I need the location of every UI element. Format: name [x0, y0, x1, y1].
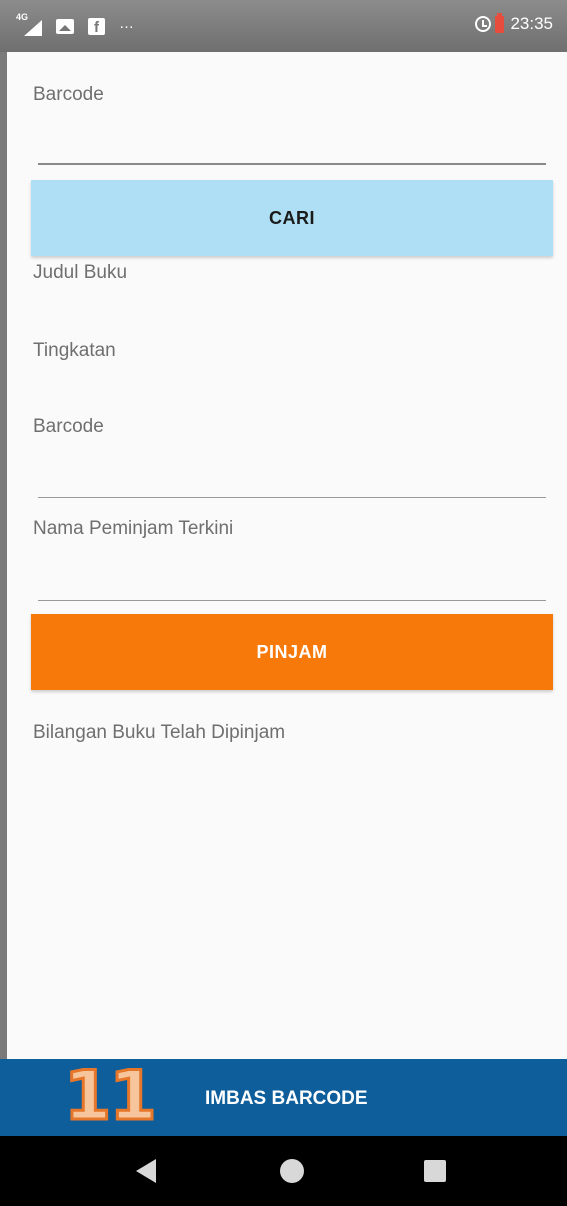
home-icon[interactable] [280, 1159, 304, 1183]
borrowed-count-label: Bilangan Buku Telah Dipinjam [33, 722, 286, 743]
more-icon: … [119, 14, 135, 32]
image-icon [56, 18, 74, 34]
back-icon[interactable] [136, 1159, 156, 1183]
scan-count-badge: 11 [63, 1057, 159, 1136]
status-time: 23:35 [510, 14, 553, 33]
status-right-icons: 23:35 [475, 12, 553, 34]
battery-icon [495, 12, 505, 33]
barcode-input-label: Barcode [33, 84, 104, 105]
navigation-bar [0, 1136, 567, 1206]
facebook-icon: f [88, 17, 105, 36]
scan-barcode-bar[interactable]: 11 IMBAS BARCODE [0, 1059, 567, 1136]
status-bar: 4G f … 23:35 [0, 0, 567, 52]
barcode-label: Barcode [33, 416, 104, 437]
borrower-name-field[interactable] [38, 600, 546, 601]
scan-barcode-button[interactable]: IMBAS BARCODE [205, 1088, 368, 1110]
recent-apps-icon[interactable] [424, 1160, 446, 1182]
search-button[interactable]: CARI [31, 180, 553, 256]
status-left-icons: 4G f … [16, 12, 135, 36]
barcode-input[interactable] [38, 163, 546, 165]
level-label: Tingkatan [33, 340, 116, 361]
borrower-name-label: Nama Peminjam Terkini [33, 518, 234, 539]
borrow-button[interactable]: PINJAM [31, 614, 553, 690]
screen-edge [0, 0, 7, 1136]
barcode-field[interactable] [38, 497, 546, 498]
alarm-icon [475, 16, 492, 32]
signal-icon: 4G [16, 12, 42, 36]
book-title-label: Judul Buku [33, 262, 128, 283]
